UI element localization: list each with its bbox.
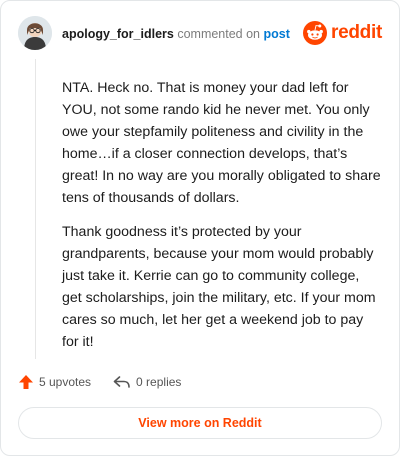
comment-footer: 5 upvotes 0 replies (18, 374, 181, 390)
comment-paragraph: Thank goodness it’s protected by your gr… (62, 224, 376, 350)
avatar-illustration-icon (18, 16, 52, 50)
reddit-wordmark: reddit (331, 22, 382, 43)
view-more-button[interactable]: View more on Reddit (18, 407, 382, 439)
comment-action-text: commented on (177, 27, 261, 41)
post-link[interactable]: post (264, 27, 290, 41)
comment-header: apology_for_idlers commented on post (62, 27, 290, 41)
reply-arrow-icon[interactable] (113, 374, 131, 390)
upvote-count: 5 upvotes (39, 375, 92, 389)
comment-paragraph: NTA. Heck no. That is money your dad lef… (62, 80, 381, 206)
reddit-logo[interactable]: reddit (303, 21, 382, 45)
user-avatar[interactable] (18, 16, 52, 50)
upvote-control[interactable]: 5 upvotes (18, 374, 91, 390)
reply-count: 0 replies (136, 375, 182, 389)
username[interactable]: apology_for_idlers (62, 27, 174, 41)
reddit-snoo-icon (303, 21, 328, 45)
upvote-arrow-icon[interactable] (18, 374, 34, 390)
comment-body: NTA. Heck no. That is money your dad lef… (62, 77, 382, 365)
thread-line[interactable] (35, 59, 36, 359)
reply-control[interactable]: 0 replies (113, 374, 181, 390)
reddit-comment-card: apology_for_idlers commented on post red… (0, 0, 400, 456)
